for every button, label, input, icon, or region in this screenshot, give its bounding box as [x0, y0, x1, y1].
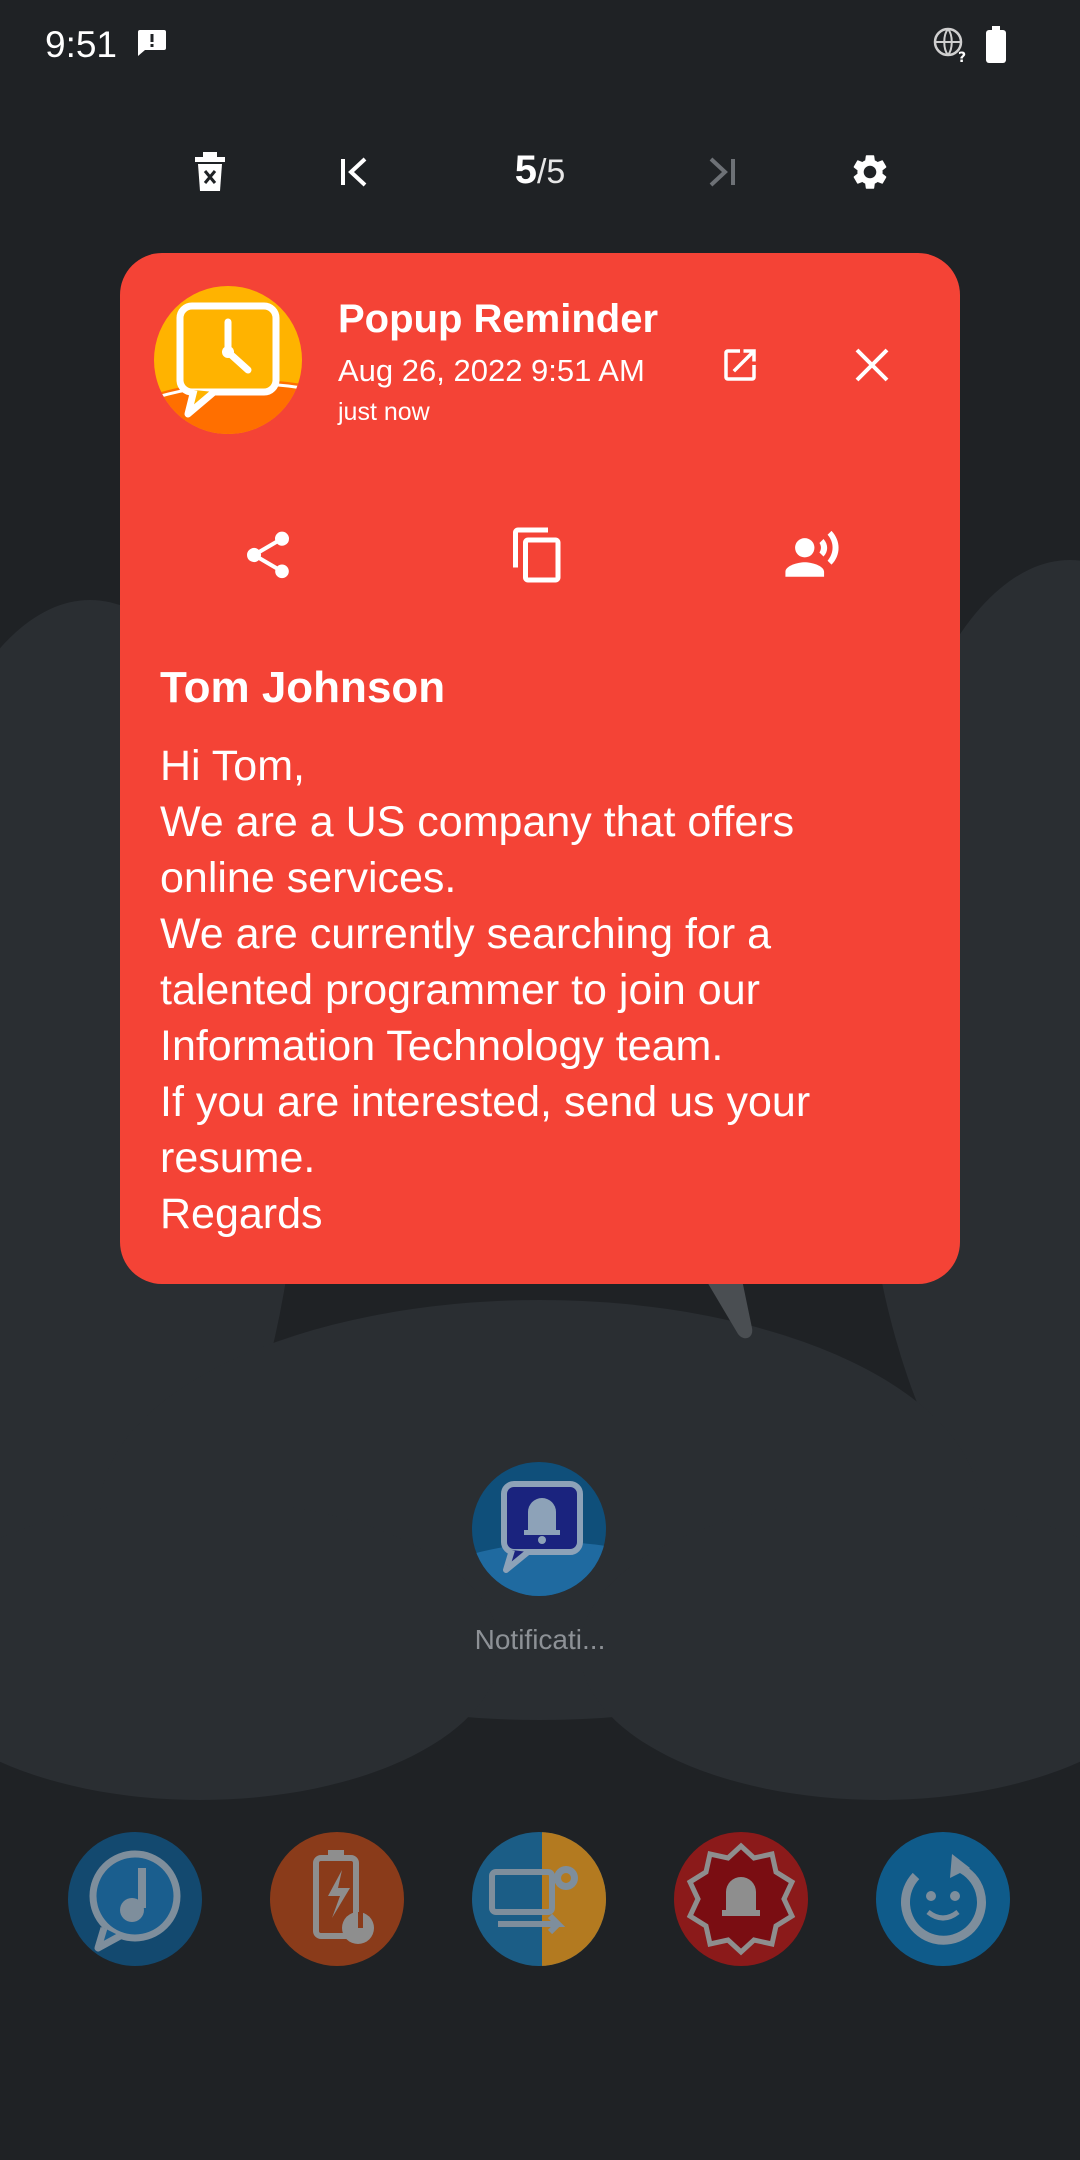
music-reminder-icon [89, 1850, 181, 1952]
sender-name: Tom Johnson [160, 663, 446, 712]
copy-icon [513, 527, 561, 583]
delete-button[interactable] [178, 140, 242, 204]
dock-app-alarm[interactable] [674, 1832, 808, 1966]
app-name: Popup Reminder [338, 297, 659, 341]
share-button[interactable] [228, 515, 308, 595]
skip-last-icon [709, 157, 735, 187]
message-alert-icon [138, 30, 166, 56]
status-bar: 9:51 ? [0, 0, 1080, 90]
settings-icon [853, 155, 887, 189]
home-app-label: Notificati... [474, 1624, 606, 1655]
popup-card: Popup Reminder Aug 26, 2022 9:51 AM just… [120, 253, 960, 1284]
dock-app-battery-sound[interactable] [270, 1832, 404, 1966]
battery-icon [986, 26, 1006, 63]
share-icon [246, 531, 290, 579]
alarm-badge-icon [686, 1842, 796, 1956]
last-button[interactable] [690, 140, 754, 204]
message-body: Hi Tom, We are a US company that offers … [160, 742, 811, 1238]
open-app-button[interactable] [710, 335, 770, 395]
current-page: 5 [514, 148, 537, 192]
close-popup-button[interactable] [842, 335, 902, 395]
refresh-face-icon [901, 1854, 986, 1945]
notification-date: Aug 26, 2022 9:51 AM [338, 353, 645, 388]
notification-bell-icon [472, 1481, 606, 1596]
settings-transfer-icon [489, 1832, 606, 1966]
popup-toolbar: 5/5 [0, 140, 1080, 204]
delete-icon [195, 152, 225, 191]
dock-app-refresh[interactable] [876, 1832, 1010, 1966]
home-app-icon[interactable] [472, 1462, 606, 1596]
svg-text:?: ? [958, 50, 966, 64]
close-icon [855, 348, 889, 382]
speak-button[interactable] [772, 515, 852, 595]
first-button[interactable] [322, 140, 386, 204]
battery-sound-icon [313, 1850, 374, 1944]
total-pages: /5 [536, 153, 566, 191]
app-logo [154, 286, 302, 434]
page-indicator: 5/5 [500, 148, 580, 193]
reminder-clock-icon [154, 286, 302, 434]
open-external-icon [724, 349, 756, 381]
copy-button[interactable] [498, 515, 578, 595]
dock-app-settings-transfer[interactable] [472, 1832, 606, 1966]
globe-unknown-icon: ? [933, 27, 966, 64]
relative-time: just now [338, 398, 430, 426]
skip-first-icon [341, 157, 367, 187]
status-time: 9:51 [45, 24, 118, 65]
speak-icon [785, 530, 839, 577]
dock-app-music[interactable] [68, 1832, 202, 1966]
settings-button[interactable] [838, 140, 902, 204]
